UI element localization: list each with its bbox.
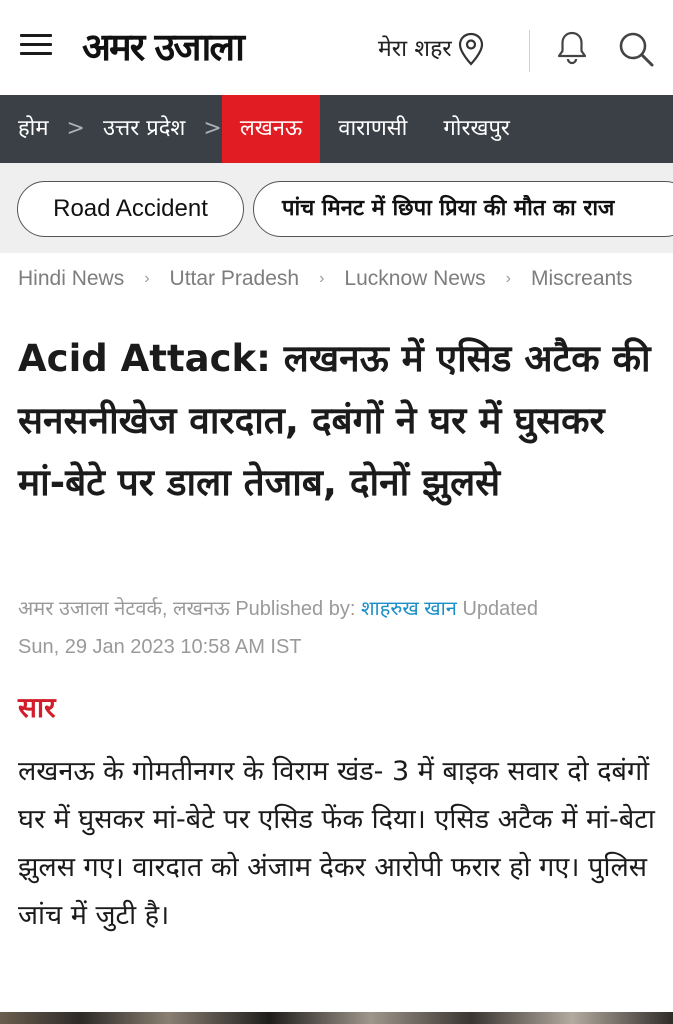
summary-label: सार — [18, 691, 56, 724]
location-pin-icon — [458, 32, 483, 66]
site-header: अमर उजाला मेरा शहर — [0, 0, 673, 95]
byline-published-by-label: Published by: — [235, 598, 356, 620]
byline-updated-label: Updated — [462, 598, 539, 620]
hamburger-menu-icon[interactable] — [20, 34, 52, 58]
header-divider — [529, 30, 530, 72]
chevron-right-icon: › — [505, 270, 511, 287]
chevron-right-icon: > — [203, 116, 222, 141]
article-hero-image — [0, 1012, 673, 1024]
article-byline: अमर उजाला नेटवर्क, लखनऊ Published by: शा… — [18, 590, 658, 666]
chevron-right-icon: › — [319, 270, 325, 287]
site-logo[interactable]: अमर उजाला — [82, 22, 245, 72]
byline-updated-date: Sun, 29 Jan 2023 10:58 AM IST — [18, 636, 302, 658]
article-summary: लखनऊ के गोमतीनगर के विराम खंड- 3 में बाइ… — [18, 756, 655, 931]
chip-road-accident[interactable]: Road Accident — [17, 181, 244, 237]
byline-author-link[interactable]: शाहरुख खान — [361, 598, 457, 620]
chevron-right-icon: › — [144, 270, 150, 287]
nav-item-gorakhpur[interactable]: गोरखपुर — [425, 95, 528, 163]
breadcrumb: Hindi News › Uttar Pradesh › Lucknow New… — [18, 262, 658, 296]
nav-item-uttar-pradesh[interactable]: उत्तर प्रदेश — [85, 95, 203, 163]
nav-item-home[interactable]: होम — [0, 95, 67, 163]
nav-item-varanasi[interactable]: वाराणसी — [320, 95, 425, 163]
bell-icon[interactable] — [555, 30, 589, 66]
topic-chips: Road Accident पांच मिनट में छिपा प्रिया … — [0, 163, 673, 253]
my-city-button[interactable]: मेरा शहर — [378, 32, 484, 66]
search-icon[interactable] — [617, 30, 655, 68]
article-headline: Acid Attack: लखनऊ में एसिड अटैक की सनसनी… — [18, 337, 651, 504]
breadcrumb-hindi-news[interactable]: Hindi News — [18, 267, 124, 291]
breadcrumb-miscreants[interactable]: Miscreants — [531, 267, 633, 291]
nav-item-lucknow[interactable]: लखनऊ — [221, 95, 321, 163]
city-label: मेरा शहर — [378, 36, 452, 62]
breadcrumb-uttar-pradesh[interactable]: Uttar Pradesh — [170, 267, 300, 291]
chip-related-story[interactable]: पांच मिनट में छिपा प्रिया की मौत का राज — [253, 181, 673, 237]
byline-source: अमर उजाला नेटवर्क, लखनऊ — [18, 598, 230, 620]
breadcrumb-lucknow-news[interactable]: Lucknow News — [344, 267, 485, 291]
section-nav: होम > उत्तर प्रदेश > लखनऊ वाराणसी गोरखपु… — [0, 95, 673, 163]
chevron-right-icon: > — [66, 116, 85, 141]
